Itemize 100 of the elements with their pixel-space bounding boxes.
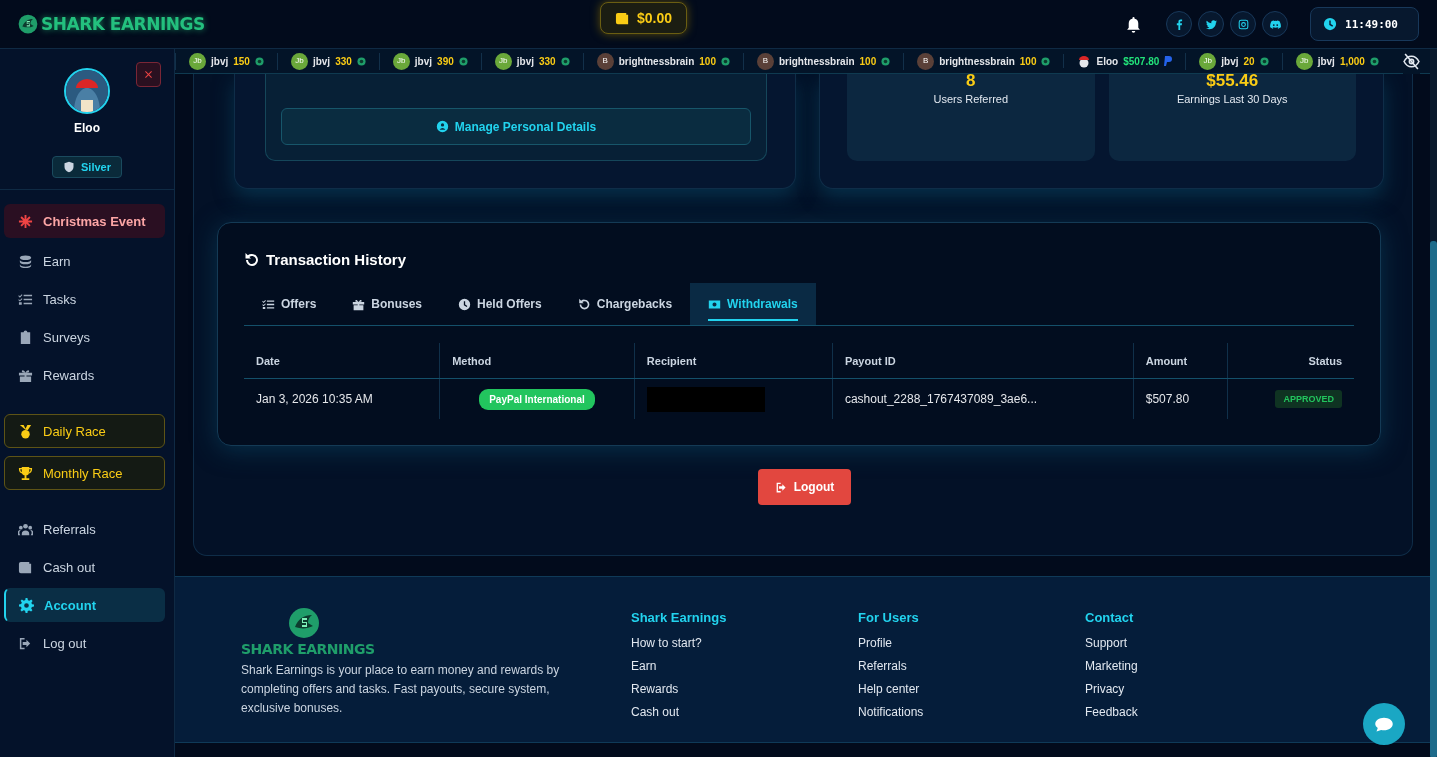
username: jbvj <box>516 55 534 67</box>
medal-icon <box>18 423 33 439</box>
username: brightnessbrain <box>778 55 855 67</box>
username: jbvj <box>1221 55 1239 67</box>
footer-link[interactable]: Earn <box>631 659 858 677</box>
column-header: Date <box>256 354 280 367</box>
table-cell: Jan 3, 2026 10:35 AM <box>256 392 373 406</box>
hidden-eye-icon <box>1403 53 1420 70</box>
nav-item[interactable]: Monthly Race <box>4 456 165 490</box>
discord-icon <box>1269 18 1281 30</box>
earning-amount: 1,000 <box>1339 55 1365 67</box>
footer-link[interactable]: Cash out <box>631 705 858 723</box>
footer-link[interactable]: Notifications <box>858 705 1085 723</box>
stat-value: $55.46 <box>1206 74 1259 91</box>
logout-button[interactable]: Logout <box>757 469 852 505</box>
earning-amount: 100 <box>699 55 716 67</box>
tier-badge: Silver <box>52 156 122 178</box>
nav-item[interactable]: Tasks <box>4 282 165 316</box>
logo-text: SHARK EARNINGS <box>41 14 205 34</box>
user-avatar: Jb <box>494 52 512 70</box>
stat-value: 8 <box>966 74 976 91</box>
shield-icon <box>63 161 75 173</box>
nav-item[interactable]: Log out <box>4 626 165 660</box>
clock-icon <box>458 297 472 311</box>
footer-link[interactable]: Rewards <box>631 682 858 700</box>
user-avatar: B <box>596 52 614 70</box>
clock-display: 11:49:00 <box>1310 7 1419 41</box>
gear-icon <box>19 597 34 613</box>
footer-link[interactable]: Marketing <box>1085 659 1312 677</box>
nav-item[interactable]: Account <box>4 588 165 622</box>
clipboard-icon <box>18 329 33 345</box>
username: jbvj <box>414 55 433 67</box>
social-link[interactable] <box>1198 11 1224 37</box>
scrollbar[interactable] <box>1430 49 1437 757</box>
earning-amount: 100 <box>859 55 877 67</box>
coin-icon <box>254 56 264 66</box>
coins-icon <box>18 253 33 269</box>
nav-item[interactable]: Cash out <box>4 550 165 584</box>
stat-label: Earnings Last 30 Days <box>1176 93 1288 105</box>
coin-icon <box>881 56 891 66</box>
earning-amount: 100 <box>1019 55 1037 67</box>
footer-link[interactable]: How to start? <box>631 636 858 654</box>
user-avatar: Jb <box>392 52 410 70</box>
clock-icon <box>1323 17 1337 31</box>
footer-link[interactable]: Privacy <box>1085 682 1312 700</box>
social-link[interactable] <box>1166 11 1192 37</box>
nav-item[interactable]: Christmas Event <box>4 204 165 238</box>
earning-amount: 150 <box>233 55 250 67</box>
column-header: Method <box>452 354 492 367</box>
method-tag: PayPal International <box>479 388 595 410</box>
footer-link[interactable]: Referrals <box>858 659 1085 677</box>
user-avatar: Jb <box>1199 52 1217 70</box>
tab[interactable]: Offers <box>244 283 335 325</box>
column-header: Recipient <box>646 354 697 367</box>
username: Eloo <box>74 121 100 135</box>
footer-heading: Shark Earnings <box>631 610 728 625</box>
avatar-drawing <box>66 70 108 112</box>
gift-icon <box>352 297 366 311</box>
snowflake-icon <box>18 213 33 229</box>
money-icon <box>708 297 722 311</box>
user-avatar: Jb <box>290 52 308 70</box>
history-icon <box>244 251 260 268</box>
nav-item[interactable]: Referrals <box>4 512 165 546</box>
footer-link[interactable]: Help center <box>858 682 1085 700</box>
twitter-icon <box>1205 18 1217 30</box>
balance-display[interactable]: $0.00 <box>600 2 688 34</box>
logo-text: SHARK EARNINGS <box>241 641 375 657</box>
column-header: Status <box>1308 354 1342 367</box>
earning-amount: 330 <box>335 55 352 67</box>
earning-amount: 390 <box>437 55 454 67</box>
trophy-icon <box>18 465 33 481</box>
tab[interactable]: Withdrawals <box>690 283 816 325</box>
payment-icon <box>1164 56 1173 66</box>
manage-details-button[interactable]: Manage Personal Details <box>281 108 751 145</box>
username: jbvj <box>1317 55 1335 67</box>
nav-item[interactable]: Daily Race <box>4 414 165 448</box>
close-icon <box>143 69 154 80</box>
earning-amount: 330 <box>539 55 556 67</box>
footer-link[interactable]: Support <box>1085 636 1312 654</box>
column-header: Payout ID <box>844 354 896 367</box>
checklist-icon <box>262 297 275 311</box>
username: jbvj <box>312 55 331 67</box>
username: brightnessbrain <box>939 55 1015 67</box>
tab[interactable]: Held Offers <box>440 283 560 325</box>
nav-item[interactable]: Earn <box>4 244 165 278</box>
coin-icon <box>1041 56 1051 66</box>
footer-link[interactable]: Feedback <box>1085 705 1312 723</box>
social-link[interactable] <box>1230 11 1256 37</box>
tab[interactable]: Chargebacks <box>559 283 691 325</box>
user-avatar: Jb <box>189 52 206 70</box>
footer-heading: For Users <box>858 610 920 625</box>
tab[interactable]: Bonuses <box>334 283 441 325</box>
shark-logo-icon <box>18 14 38 34</box>
column-header: Amount <box>1145 354 1188 367</box>
footer-link[interactable]: Profile <box>858 636 1085 654</box>
users-icon <box>18 521 33 537</box>
social-link[interactable] <box>1262 11 1288 37</box>
coin-icon <box>720 56 730 66</box>
nav-item[interactable]: Rewards <box>4 358 165 392</box>
nav-item[interactable]: Surveys <box>4 320 165 354</box>
